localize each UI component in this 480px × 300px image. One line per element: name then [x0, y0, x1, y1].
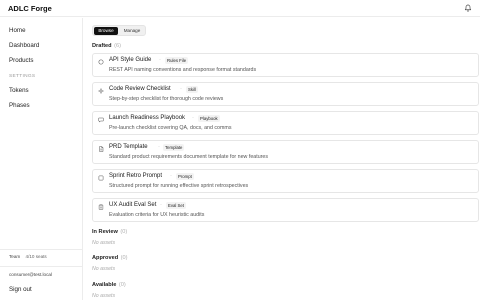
sidebar-item-home[interactable]: Home: [9, 27, 26, 34]
tab-manage[interactable]: Manage: [120, 27, 144, 35]
sidebar-divider: [0, 266, 83, 267]
top-bar: ADLC Forge: [0, 0, 480, 17]
asset-card[interactable]: Code Review Checklist · Skill Step-by-st…: [92, 82, 479, 106]
section-count: (0): [120, 229, 128, 235]
asset-card[interactable]: API Style Guide · Rules File REST API na…: [92, 53, 479, 77]
sidebar-item-dashboard[interactable]: Dashboard: [9, 42, 39, 49]
asset-type-badge: Playbook: [198, 115, 220, 122]
empty-state: No assets: [92, 293, 116, 299]
asset-name: Launch Readiness Playbook: [109, 115, 186, 121]
asset-card[interactable]: Launch Readiness Playbook · Playbook Pre…: [92, 111, 479, 135]
section-count: (6): [114, 43, 121, 49]
asset-type-badge: Skill: [186, 86, 198, 93]
view-toggle: Browse Manage: [92, 25, 146, 36]
separator-dot: ·: [158, 144, 160, 150]
circle-icon: [98, 59, 104, 65]
section-title: Drafted: [92, 43, 112, 49]
empty-state: No assets: [92, 240, 116, 246]
chat-icon: [98, 117, 104, 123]
section-title: In Review: [92, 229, 118, 235]
sidebar-divider: [0, 249, 83, 250]
asset-card[interactable]: PRD Template · Template Standard product…: [92, 140, 479, 164]
sidebar: Home Dashboard Products SETTINGS Tokens …: [0, 18, 83, 300]
separator-dot: ·: [192, 115, 194, 121]
asset-name: PRD Template: [109, 144, 148, 150]
separator-dot: ·: [160, 202, 162, 208]
asset-name: UX Audit Eval Set: [109, 202, 157, 208]
asset-type-badge: Rules File: [165, 57, 189, 64]
app-title: ADLC Forge: [8, 4, 52, 13]
asset-name: Sprint Retro Prompt: [109, 173, 163, 179]
main-content: Browse Manage Drafted (6) API Style Guid…: [84, 18, 480, 300]
notification-bell-icon[interactable]: [464, 4, 472, 12]
asset-type-badge: Eval Set: [166, 202, 187, 209]
square-icon: [98, 175, 104, 181]
seat-count: 4/10 seats: [25, 254, 47, 259]
document-icon: [99, 146, 104, 152]
team-label: Team: [9, 254, 21, 259]
asset-card[interactable]: Sprint Retro Prompt · Prompt Structured …: [92, 169, 479, 193]
sidebar-item-tokens[interactable]: Tokens: [9, 87, 29, 94]
section-approved-heading: Approved (0): [92, 255, 128, 261]
asset-description: Standard product requirements document t…: [109, 154, 268, 160]
sidebar-item-phases[interactable]: Phases: [9, 102, 30, 109]
asset-type-badge: Template: [163, 144, 185, 151]
empty-state: No assets: [92, 266, 116, 272]
user-email: consumer@test.local: [9, 272, 52, 277]
section-title: Approved: [92, 255, 119, 261]
tab-browse[interactable]: Browse: [94, 27, 118, 35]
asset-card[interactable]: UX Audit Eval Set · Eval Set Evaluation …: [92, 198, 479, 222]
team-seats: Team 4/10 seats: [9, 254, 47, 259]
section-count: (0): [118, 282, 126, 288]
asset-description: Pre-launch checklist covering QA, docs, …: [109, 125, 232, 131]
section-title: Available: [92, 282, 117, 288]
separator-dot: ·: [170, 173, 172, 179]
asset-description: Structured prompt for running effective …: [109, 183, 249, 189]
section-in-review-heading: In Review (0): [92, 229, 127, 235]
sidebar-item-products[interactable]: Products: [9, 57, 33, 64]
separator-dot: ·: [159, 57, 161, 63]
section-available-heading: Available (0): [92, 282, 126, 288]
asset-description: REST API naming conventions and response…: [109, 67, 257, 73]
asset-description: Evaluation criteria for UX heuristic aud…: [109, 212, 205, 218]
separator-dot: ·: [180, 86, 182, 92]
asset-description: Step-by-step checklist for thorough code…: [109, 96, 224, 102]
sign-out-button[interactable]: Sign out: [9, 286, 32, 293]
sidebar-section-settings: SETTINGS: [9, 74, 36, 79]
asset-type-badge: Prompt: [176, 173, 194, 180]
asset-name: API Style Guide: [109, 57, 152, 63]
section-count: (0): [120, 255, 128, 261]
sparkle-icon: [98, 88, 104, 94]
asset-name: Code Review Checklist: [109, 86, 171, 92]
section-drafted-heading: Drafted (6): [92, 43, 121, 49]
clipboard-icon: [98, 204, 104, 210]
